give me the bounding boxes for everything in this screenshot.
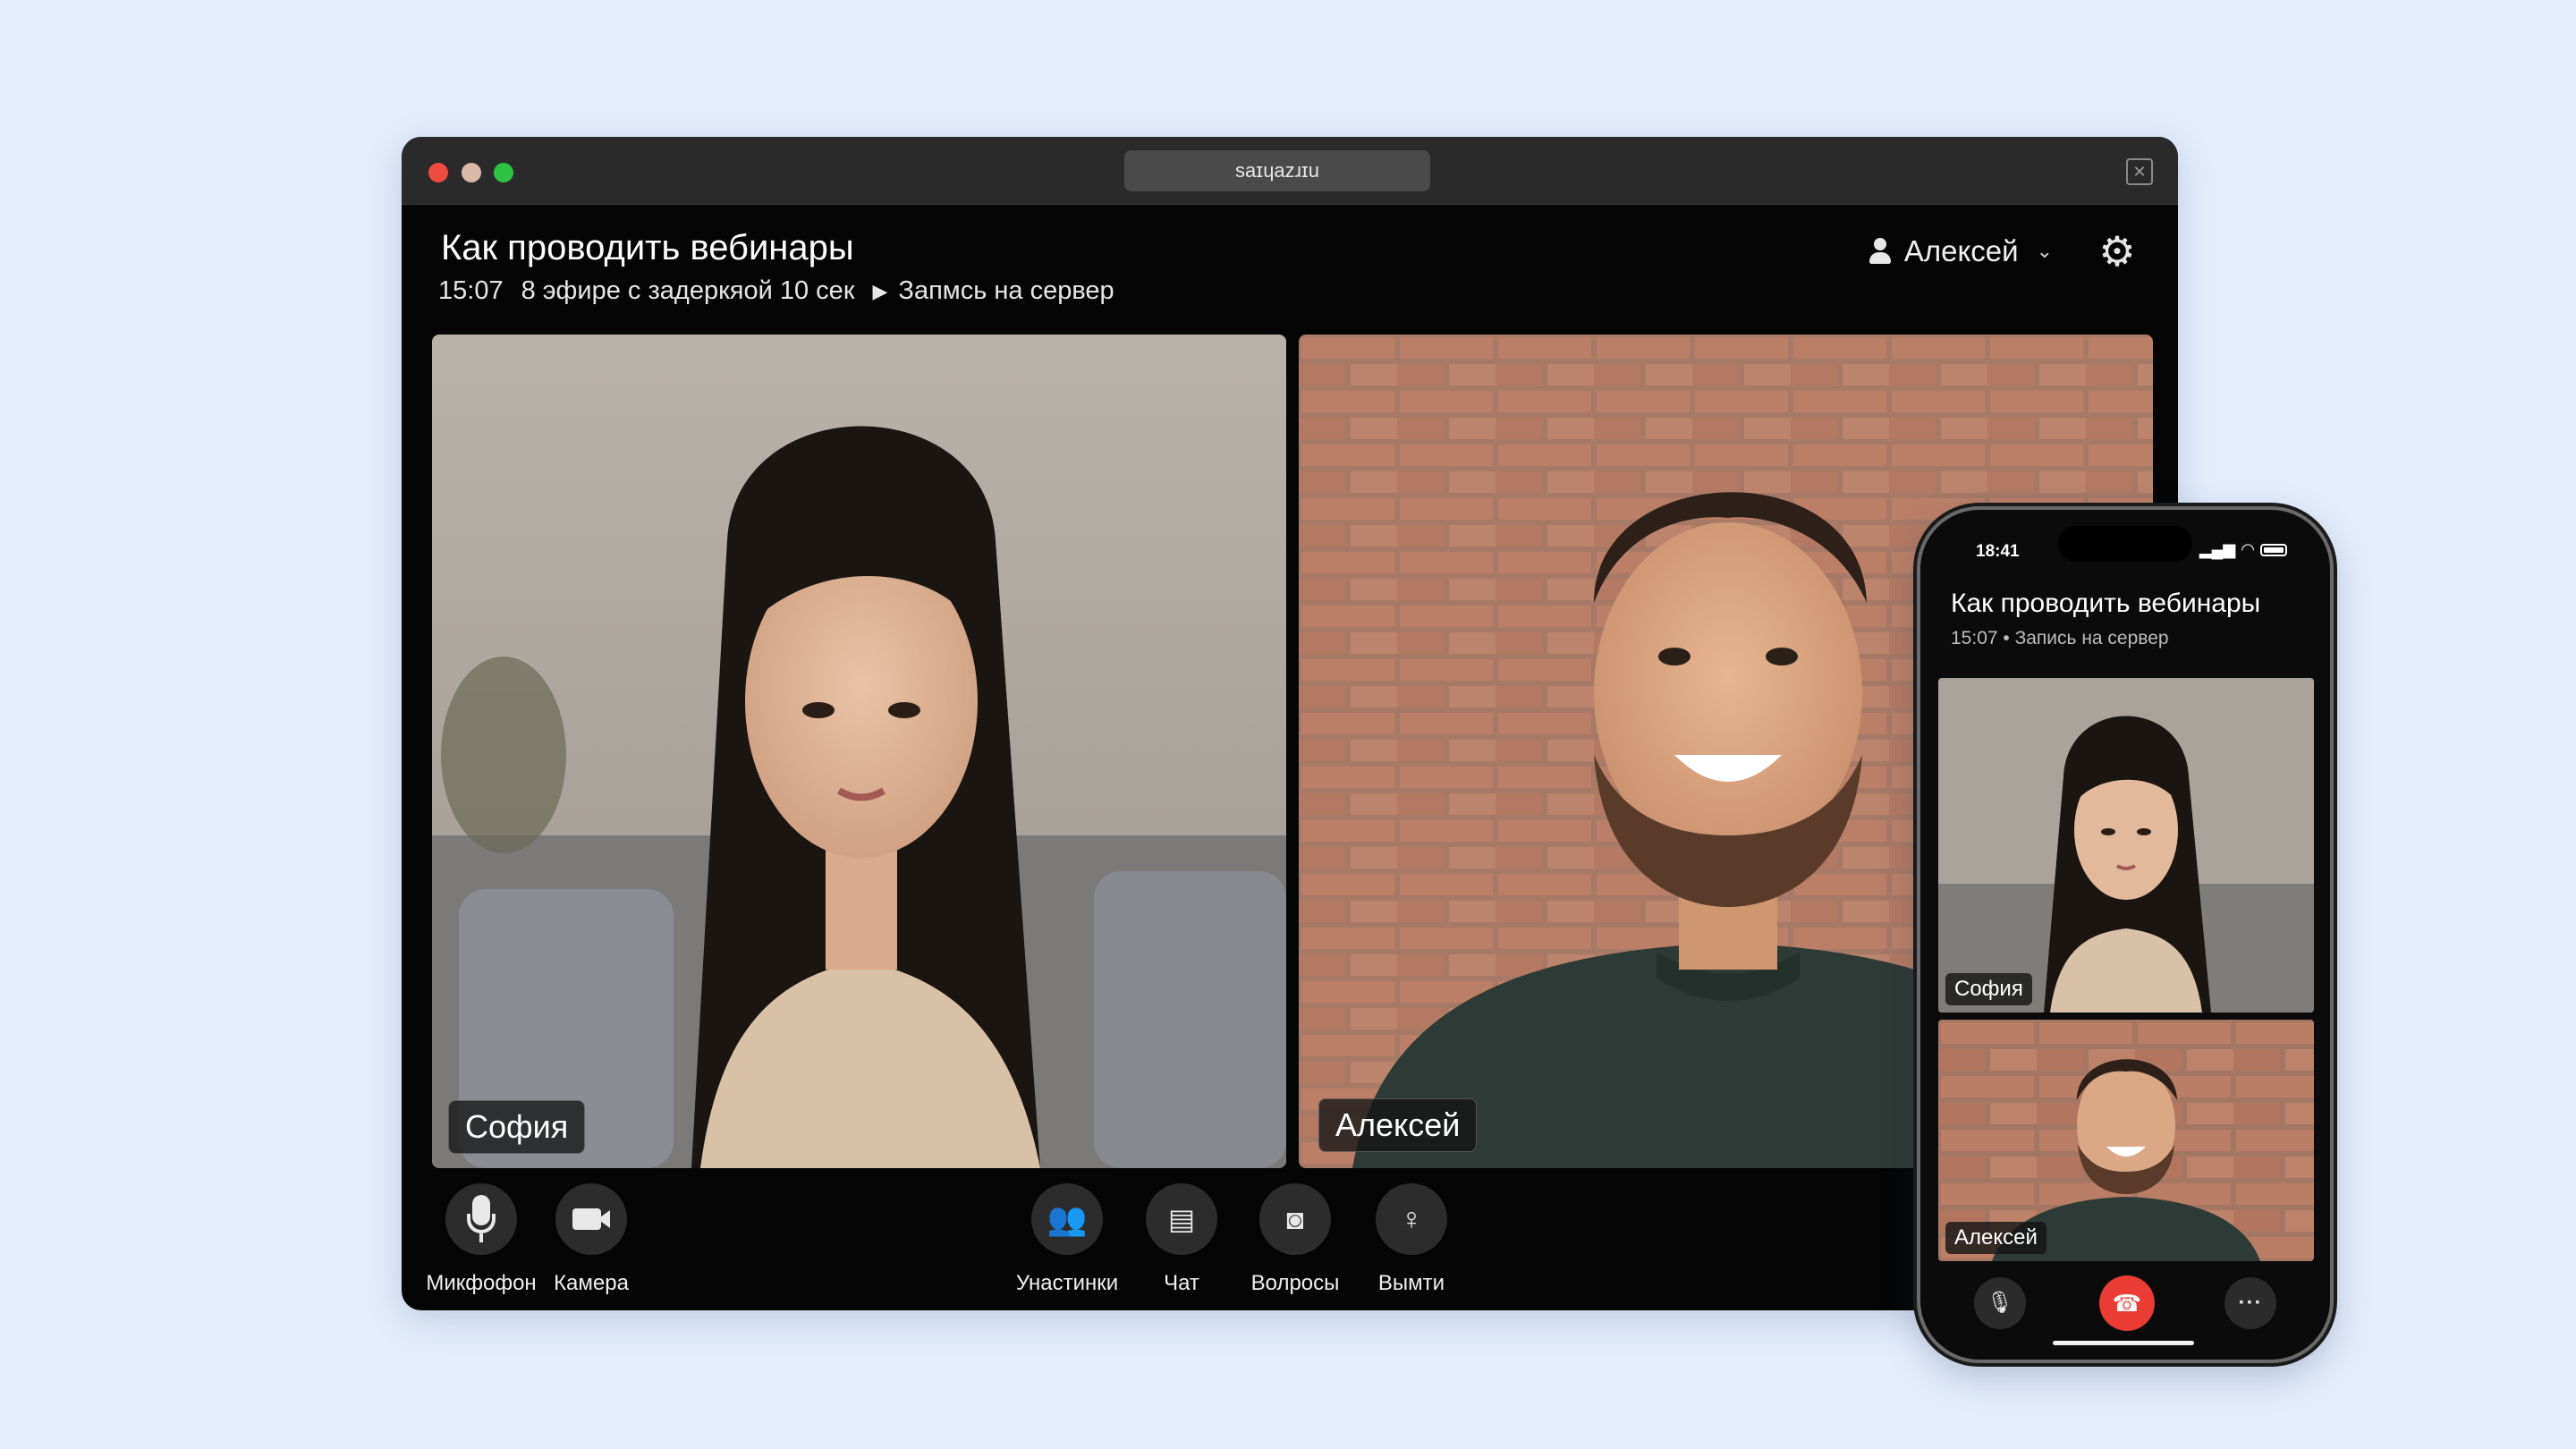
participants-button[interactable]: 👥 Унастинки — [1009, 1183, 1125, 1296]
phone-clock: 18:41 — [1976, 542, 2020, 561]
sofia-video-image — [432, 335, 1286, 1168]
exit-button[interactable]: ♀ Вымти — [1353, 1183, 1470, 1296]
gear-icon[interactable]: ⚙ — [2092, 226, 2142, 276]
microphone-icon — [445, 1183, 517, 1255]
close-window-dot[interactable] — [428, 163, 448, 182]
mic-button[interactable]: Микфофон — [423, 1183, 539, 1296]
questions-button[interactable]: ◙ Волросы — [1237, 1183, 1353, 1296]
phone-video-tile-sofia[interactable]: София — [1938, 678, 2314, 1013]
phone-page-title: Как проводить вебинары — [1951, 589, 2261, 618]
address-bar[interactable]: saɪɥazɹɪu — [1124, 150, 1430, 191]
more-options-icon[interactable]: ··· — [2224, 1277, 2276, 1329]
user-name: Алексей — [1903, 234, 2019, 267]
signal-icon: ▂▄▆ — [2199, 540, 2236, 558]
phone-sofia-image — [1938, 678, 2314, 1013]
dynamic-island — [2058, 526, 2192, 562]
play-icon: ▶ — [872, 279, 888, 302]
window-close-icon[interactable]: ✕ — [2126, 158, 2153, 185]
chevron-down-icon: ⌄ — [2036, 240, 2053, 262]
questions-label: Волросы — [1250, 1271, 1340, 1295]
exit-label: Вымти — [1377, 1271, 1445, 1295]
phone-participant-tag: Алексей — [1945, 1222, 2046, 1254]
exit-person-icon: ♀ — [1376, 1183, 1447, 1255]
window-titlebar: saɪɥazɹɪu ✕ — [402, 137, 2178, 205]
conference-window: saɪɥazɹɪu ✕ Как проводить вебинары 15:07… — [402, 137, 2178, 1310]
camera-icon — [555, 1183, 627, 1255]
minimize-window-dot[interactable] — [462, 163, 481, 182]
meeting-status-line: 15:07 8 эфире с задеркяой 10 сек ▶ Запмс… — [438, 276, 1114, 306]
end-call-icon[interactable]: ☎ — [2099, 1275, 2155, 1331]
phone-subtitle: 15:07 • Запись на сервер — [1951, 628, 2169, 648]
chat-icon: ▤ — [1146, 1183, 1217, 1255]
chat-label: Чат — [1164, 1271, 1199, 1295]
phone-device: 18:41 ▂▄▆ ◠ Как проводить вебинары 15:07… — [1917, 506, 2334, 1363]
home-indicator — [2053, 1341, 2194, 1345]
page-title: Как проводить вебинары — [441, 228, 854, 267]
phone-status-icons: ▂▄▆ ◠ — [2199, 540, 2287, 559]
phone-participant-tag: София — [1945, 973, 2032, 1005]
phone-video-tile-alexey[interactable]: Алексей — [1938, 1020, 2314, 1261]
user-icon — [1868, 238, 1892, 265]
chat-button[interactable]: ▤ Чат — [1123, 1183, 1240, 1296]
camera-label: Камера — [554, 1271, 629, 1295]
questions-icon: ◙ — [1259, 1183, 1331, 1255]
recording-status: Запмсь на сервер — [898, 276, 1114, 305]
participant-name-tag: София — [448, 1100, 586, 1154]
phone-mute-icon[interactable]: 🎙 — [1974, 1277, 2026, 1329]
battery-icon — [2260, 543, 2287, 556]
wifi-icon: ◠ — [2241, 540, 2255, 558]
meeting-time: 15:07 — [438, 276, 504, 305]
video-tile-sofia[interactable]: София — [432, 335, 1286, 1168]
call-controls: Микфофон Камера 👥 Унастинки ▤ Чат ◙ Волр… — [402, 1183, 2178, 1300]
broadcast-status: 8 эфире с задеркяой 10 сек — [521, 276, 855, 305]
maximize-window-dot[interactable] — [494, 163, 513, 182]
camera-button[interactable]: Камера — [533, 1183, 649, 1296]
mic-label: Микфофон — [426, 1271, 537, 1295]
participants-label: Унастинки — [1015, 1271, 1119, 1295]
participant-name-tag: Алексей — [1318, 1098, 1478, 1152]
user-menu[interactable]: Алексей ⌄ — [1868, 230, 2053, 273]
people-icon: 👥 — [1031, 1183, 1103, 1255]
